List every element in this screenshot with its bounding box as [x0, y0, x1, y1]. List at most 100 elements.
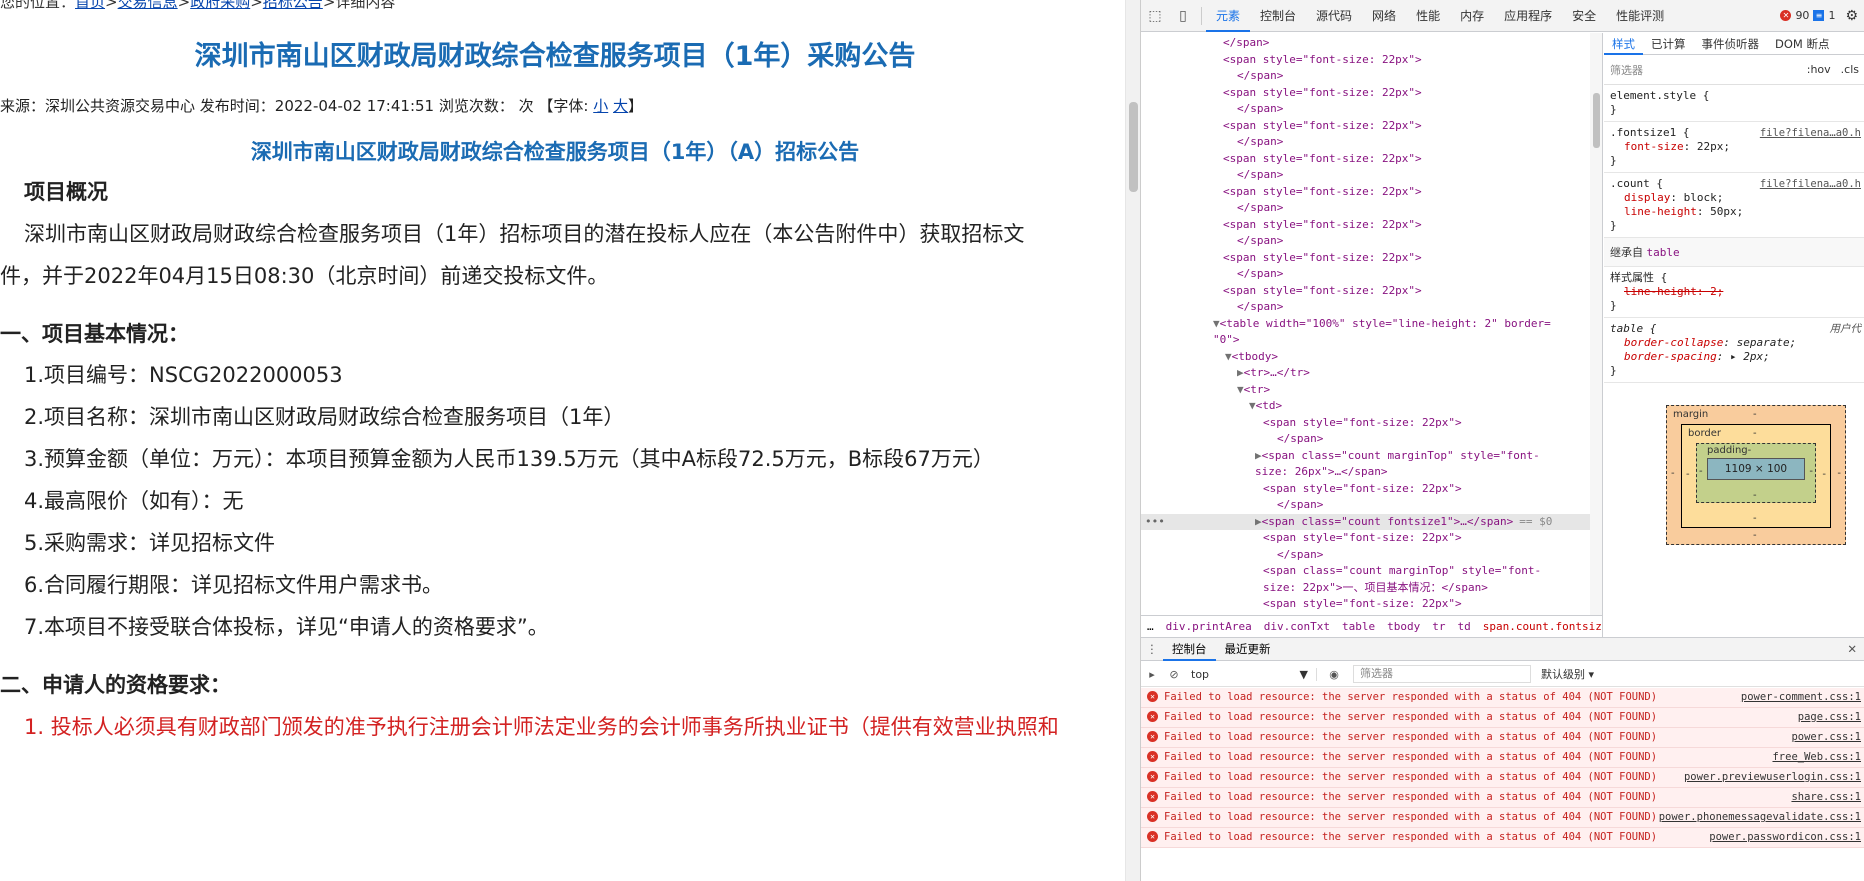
dom-node-line[interactable]: </span>: [1141, 233, 1602, 250]
drawer-tab-whats-new[interactable]: 最近更新: [1216, 637, 1280, 661]
tab-computed[interactable]: 已计算: [1643, 33, 1694, 55]
settings-gear-icon[interactable]: ⚙: [1845, 8, 1858, 24]
tab-console[interactable]: 控制台: [1250, 0, 1306, 32]
dom-node-line[interactable]: <span style="font-size: 22px">: [1141, 151, 1602, 168]
tab-styles[interactable]: 样式: [1604, 33, 1643, 55]
dom-breadcrumb-item[interactable]: table: [1336, 620, 1381, 633]
dom-node-line[interactable]: ▼<table width="100%" style="line-height:…: [1141, 316, 1602, 333]
rule-source-link[interactable]: file?filena…a0.h: [1760, 126, 1861, 140]
box-model-padding[interactable]: padding- - - - 1109 × 100: [1696, 443, 1816, 503]
dom-node-line[interactable]: </span>: [1141, 68, 1602, 85]
dom-node-line[interactable]: <span style="font-size: 22px">: [1141, 52, 1602, 69]
dom-node-line[interactable]: </span>: [1141, 431, 1602, 448]
elements-tree[interactable]: </span> <span style="font-size: 22px"> </s…: [1141, 33, 1603, 615]
class-toggle[interactable]: .cls: [1841, 63, 1859, 76]
console-error-message[interactable]: ✕ Failed to load resource: the server res…: [1141, 828, 1864, 848]
inspect-element-icon[interactable]: ⬚: [1141, 0, 1169, 32]
tab-application[interactable]: 应用程序: [1494, 0, 1562, 32]
dom-node-line[interactable]: <span style="font-size: 22px">: [1141, 85, 1602, 102]
tab-event-listeners[interactable]: 事件侦听器: [1694, 33, 1768, 55]
css-property[interactable]: font-size: [1610, 140, 1684, 153]
dom-node-line[interactable]: <span style="font-size: 22px">: [1141, 184, 1602, 201]
page-scrollbar[interactable]: [1125, 0, 1140, 881]
tab-network[interactable]: 网络: [1362, 0, 1406, 32]
element-style-rule[interactable]: element.style { }: [1604, 85, 1864, 122]
dom-node-line[interactable]: ▼<tbody>: [1141, 349, 1602, 366]
rule-source-link[interactable]: file?filena…a0.h: [1760, 177, 1861, 191]
dom-breadcrumb-item[interactable]: span.count.fontsize1: [1477, 620, 1602, 633]
css-value[interactable]: separate;: [1737, 336, 1797, 349]
console-source-link[interactable]: share.css:1: [1791, 790, 1861, 804]
box-model-content[interactable]: 1109 × 100: [1707, 458, 1805, 480]
dom-node-line[interactable]: <span style="font-size: 22px">: [1141, 118, 1602, 135]
dom-node-line[interactable]: </span>: [1141, 266, 1602, 283]
dom-breadcrumb-item[interactable]: tr: [1426, 620, 1451, 633]
console-error-message[interactable]: ✕ Failed to load resource: the server res…: [1141, 708, 1864, 728]
dom-node-line[interactable]: ▼<tr>: [1141, 382, 1602, 399]
dom-node-line[interactable]: <span class="count marginTop" style="fon…: [1141, 563, 1602, 580]
dom-node-line[interactable]: "0">: [1141, 332, 1602, 349]
console-source-link[interactable]: power.previewuserlogin.css:1: [1684, 770, 1861, 784]
collapse-arrow-icon[interactable]: ▶: [1237, 366, 1244, 379]
dom-node-line[interactable]: <span style="font-size: 22px">: [1141, 250, 1602, 267]
close-drawer-icon[interactable]: ✕: [1847, 642, 1864, 656]
page-scrollbar-thumb[interactable]: [1129, 102, 1138, 192]
css-value[interactable]: block;: [1684, 191, 1724, 204]
fontsize1-rule[interactable]: .fontsize1 { file?filena…a0.h font-size:…: [1604, 122, 1864, 173]
dom-node-line[interactable]: ▼<td>: [1141, 398, 1602, 415]
font-large-link[interactable]: 大: [613, 97, 628, 115]
console-error-message[interactable]: ✕ Failed to load resource: the server res…: [1141, 768, 1864, 788]
breadcrumb-home-link[interactable]: 首页: [75, 0, 105, 11]
dom-node-line[interactable]: ▶<tr>…</tr>: [1141, 365, 1602, 382]
css-value[interactable]: 50px;: [1710, 205, 1743, 218]
console-error-message[interactable]: ✕ Failed to load resource: the server res…: [1141, 748, 1864, 768]
dom-node-line[interactable]: </span>: [1141, 299, 1602, 316]
console-source-link[interactable]: free_Web.css:1: [1772, 750, 1861, 764]
elements-scrollbar-thumb[interactable]: [1593, 93, 1600, 148]
css-property[interactable]: border-spacing: [1610, 350, 1717, 363]
console-filter-input[interactable]: 筛选器: [1353, 665, 1531, 683]
drawer-menu-icon[interactable]: ⋮: [1141, 642, 1163, 656]
dom-node-line[interactable]: <span style="font-size: 22px">: [1141, 481, 1602, 498]
dom-node-line[interactable]: </span>: [1141, 167, 1602, 184]
count-rule[interactable]: .count { file?filena…a0.h display: block…: [1604, 173, 1864, 238]
drawer-tab-console[interactable]: 控制台: [1163, 637, 1216, 661]
tab-elements[interactable]: 元素: [1206, 0, 1251, 32]
dom-breadcrumb-item[interactable]: tbody: [1381, 620, 1426, 633]
box-model-border[interactable]: border - - - - padding- - - - 1109 × 100: [1681, 424, 1831, 528]
breadcrumb-overflow[interactable]: …: [1141, 620, 1160, 633]
dom-breadcrumb-item[interactable]: td: [1451, 620, 1476, 633]
dom-node-line[interactable]: size: 22px">一、项目基本情况：</span>: [1141, 580, 1602, 597]
tab-sources[interactable]: 源代码: [1306, 0, 1362, 32]
dom-node-line[interactable]: <span style="font-size: 22px">: [1141, 415, 1602, 432]
dom-node-selected[interactable]: ••• ▶<span class="count fontsize1">…</spa…: [1141, 513, 1602, 530]
tab-dom-breakpoints[interactable]: DOM 断点: [1767, 33, 1837, 55]
expand-arrow-icon[interactable]: ▼: [1237, 383, 1244, 396]
hover-state-toggle[interactable]: :hov: [1807, 63, 1831, 76]
dom-node-line[interactable]: size: 26px">…</span>: [1141, 464, 1602, 481]
collapse-arrow-icon[interactable]: ▶: [1255, 515, 1262, 528]
table-ua-rule[interactable]: table { 用户代 border-collapse: separate; b…: [1604, 318, 1864, 383]
dom-node-line[interactable]: </span>: [1141, 101, 1602, 118]
dom-node-line[interactable]: <span style="font-size: 22px">: [1141, 530, 1602, 547]
css-property[interactable]: display: [1610, 191, 1670, 204]
breadcrumb-procurement-link[interactable]: 政府采购: [190, 0, 250, 11]
console-error-message[interactable]: ✕ Failed to load resource: the server res…: [1141, 728, 1864, 748]
tab-memory[interactable]: 内存: [1450, 0, 1494, 32]
dom-node-line[interactable]: </span>: [1141, 35, 1602, 52]
expand-arrow-icon[interactable]: ▼: [1213, 317, 1220, 330]
live-expression-eye-icon[interactable]: ◉: [1323, 668, 1345, 681]
css-property[interactable]: line-height: [1610, 205, 1697, 218]
console-source-link[interactable]: power.css:1: [1791, 730, 1861, 744]
dom-node-line[interactable]: ▶<span class="count marginTop" style="fo…: [1141, 448, 1602, 465]
console-error-message[interactable]: ✕ Failed to load resource: the server res…: [1141, 788, 1864, 808]
dom-node-line[interactable]: </span>: [1141, 134, 1602, 151]
style-attribute-rule[interactable]: 样式属性 { line-height: 2; }: [1604, 267, 1864, 318]
breadcrumb-notice-link[interactable]: 招标公告: [263, 0, 323, 11]
device-toolbar-icon[interactable]: ▯: [1169, 0, 1197, 32]
css-value[interactable]: ▸ 2px;: [1730, 350, 1770, 363]
dom-breadcrumb-item[interactable]: div.conTxt: [1258, 620, 1336, 633]
dom-node-line[interactable]: <span style="font-size: 22px">: [1141, 217, 1602, 234]
styles-filter-input[interactable]: 筛选器: [1610, 62, 1797, 78]
console-source-link[interactable]: page.css:1: [1798, 710, 1861, 724]
